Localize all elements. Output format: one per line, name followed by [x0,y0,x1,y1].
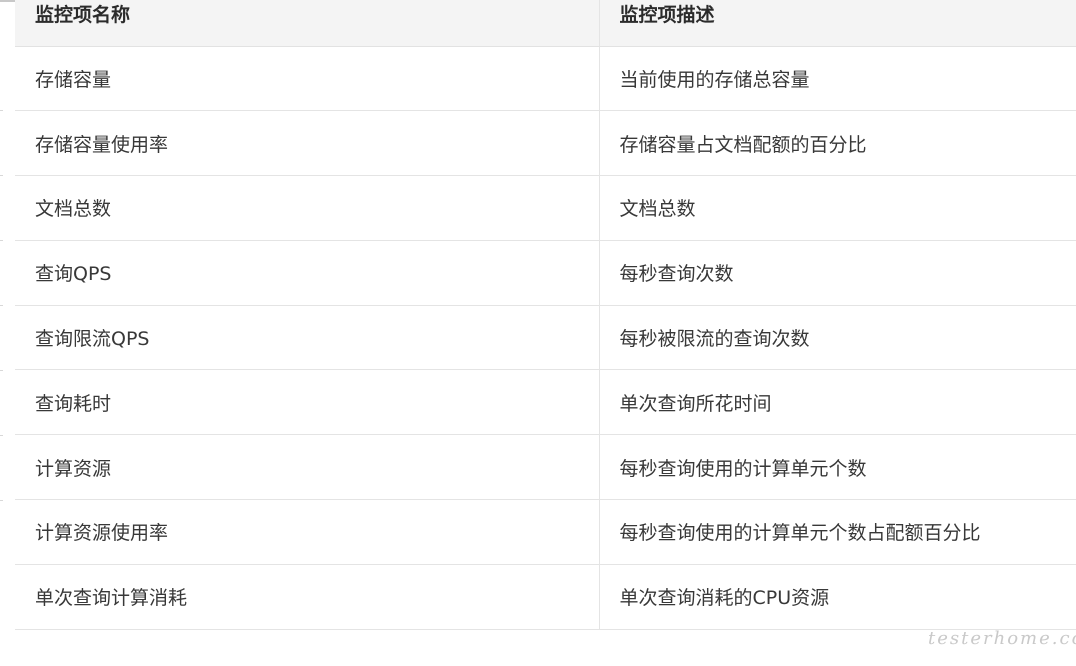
table-row: 文档总数 文档总数 [15,175,1076,241]
monitor-items-table: 监控项名称 监控项描述 存储容量 当前使用的存储总容量 存储容量使用率 存储容量… [15,0,1076,630]
table-row: 存储容量使用率 存储容量占文档配额的百分比 [15,110,1076,177]
header-item-description: 监控项描述 [598,0,1076,47]
item-description-cell: 每秒查询使用的计算单元个数占配额百分比 [598,499,1076,565]
item-description-cell: 单次查询消耗的CPU资源 [598,564,1076,630]
item-name-cell: 计算资源使用率 [15,499,599,565]
table-header-row: 监控项名称 监控项描述 [15,0,1076,47]
item-name-cell: 查询耗时 [15,369,599,436]
item-name-cell: 存储容量 [15,46,599,112]
watermark: testerhome.com [928,628,1076,649]
item-name-cell: 存储容量使用率 [15,110,599,177]
table-row: 计算资源 每秒查询使用的计算单元个数 [15,434,1076,501]
item-name-cell: 文档总数 [15,175,599,241]
table-row: 查询限流QPS 每秒被限流的查询次数 [15,305,1076,371]
item-description-cell: 每秒查询次数 [598,240,1076,306]
table-row: 存储容量 当前使用的存储总容量 [15,46,1076,112]
table-row: 查询QPS 每秒查询次数 [15,240,1076,306]
item-description-cell: 当前使用的存储总容量 [598,46,1076,112]
item-description-cell: 每秒被限流的查询次数 [598,305,1076,371]
table-row: 计算资源使用率 每秒查询使用的计算单元个数占配额百分比 [15,499,1076,565]
item-description-cell: 每秒查询使用的计算单元个数 [598,434,1076,501]
left-edge-ticks [0,0,3,666]
item-description-cell: 存储容量占文档配额的百分比 [598,110,1076,177]
item-name-cell: 计算资源 [15,434,599,501]
item-name-cell: 查询QPS [15,240,599,306]
header-item-name: 监控项名称 [15,0,599,47]
item-description-cell: 文档总数 [598,175,1076,241]
page: 监控项名称 监控项描述 存储容量 当前使用的存储总容量 存储容量使用率 存储容量… [0,0,1076,666]
item-name-cell: 查询限流QPS [15,305,599,371]
item-description-cell: 单次查询所花时间 [598,369,1076,436]
table-row: 查询耗时 单次查询所花时间 [15,369,1076,436]
item-name-cell: 单次查询计算消耗 [15,564,599,630]
table-row: 单次查询计算消耗 单次查询消耗的CPU资源 [15,564,1076,630]
